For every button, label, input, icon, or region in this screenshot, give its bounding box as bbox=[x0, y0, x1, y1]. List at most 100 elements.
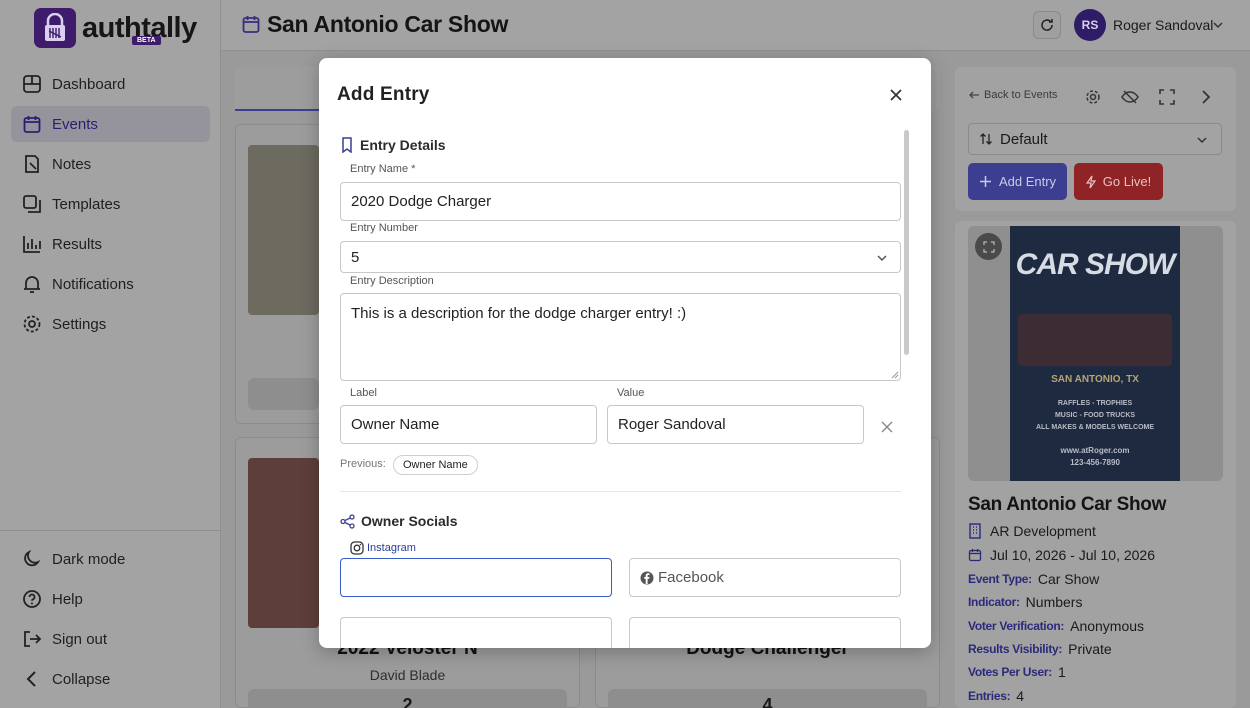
beta-badge: BETA bbox=[132, 36, 161, 45]
facebook-placeholder: Facebook bbox=[658, 569, 724, 586]
active-tab-indicator bbox=[235, 109, 319, 111]
entry-name-label: Entry Name * bbox=[350, 163, 416, 175]
resize-handle-icon[interactable] bbox=[891, 371, 899, 379]
sidebar-item-dashboard[interactable]: Dashboard bbox=[11, 66, 210, 102]
detail-event-type: Event Type: Car Show bbox=[968, 571, 1099, 587]
back-to-events-link[interactable]: Back to Events bbox=[968, 89, 1057, 101]
social-input[interactable] bbox=[629, 617, 901, 648]
share-icon bbox=[340, 513, 355, 529]
bookmark-icon bbox=[342, 137, 352, 153]
sidebar-item-sign-out[interactable]: Sign out bbox=[11, 621, 210, 657]
sidebar-item-label: Notes bbox=[52, 155, 92, 173]
sidebar-item-templates[interactable]: Templates bbox=[11, 186, 210, 222]
add-entry-button[interactable]: Add Entry bbox=[968, 163, 1067, 200]
refresh-button[interactable] bbox=[1033, 11, 1061, 39]
bell-icon bbox=[24, 276, 40, 293]
entry-owner: David Blade bbox=[369, 667, 446, 683]
poster-expand-button[interactable] bbox=[975, 233, 1002, 260]
custom-value-input[interactable]: Roger Sandoval bbox=[607, 405, 864, 444]
building-icon bbox=[969, 523, 981, 539]
modal-scrollbar[interactable] bbox=[904, 130, 909, 355]
poster-bullet: MUSIC - FOOD TRUCKS bbox=[1054, 412, 1136, 419]
logo[interactable]: authtally bbox=[34, 8, 197, 48]
avatar[interactable]: RS bbox=[1074, 9, 1106, 41]
entry-number-box bbox=[248, 378, 319, 410]
detail-key: Indicator: bbox=[968, 595, 1020, 609]
sidebar-item-settings[interactable]: Settings bbox=[11, 306, 210, 342]
page-title: San Antonio Car Show bbox=[267, 11, 509, 37]
previous-chip[interactable]: Owner Name bbox=[393, 455, 478, 475]
plus-icon bbox=[979, 176, 991, 187]
expand-icon bbox=[982, 240, 995, 253]
sidebar-item-label: Notifications bbox=[52, 275, 134, 293]
chevron-down-icon[interactable] bbox=[1211, 18, 1225, 32]
calendar-icon bbox=[23, 116, 41, 133]
entry-details-heading: Entry Details bbox=[340, 137, 446, 153]
section-title: Entry Details bbox=[360, 137, 446, 153]
event-name: San Antonio Car Show bbox=[968, 494, 1167, 515]
sidebar-item-label: Settings bbox=[52, 315, 107, 333]
sidebar-item-label: Dark mode bbox=[52, 550, 126, 568]
detail-value: Anonymous bbox=[1070, 618, 1145, 634]
sidebar-item-label: Results bbox=[52, 235, 103, 253]
remove-field-icon[interactable] bbox=[880, 420, 894, 434]
go-live-button[interactable]: Go Live! bbox=[1074, 163, 1163, 200]
chevron-left-icon bbox=[26, 671, 36, 687]
moon-icon bbox=[24, 549, 41, 567]
templates-icon bbox=[23, 195, 41, 213]
detail-value: 4 bbox=[1016, 688, 1025, 704]
sidebar-item-events[interactable]: Events bbox=[11, 106, 210, 142]
sidebar-item-label: Collapse bbox=[52, 670, 111, 688]
entry-photo bbox=[248, 458, 319, 628]
detail-value: Numbers bbox=[1025, 594, 1083, 610]
custom-label-input[interactable]: Owner Name bbox=[340, 405, 597, 444]
lightning-icon bbox=[1085, 175, 1096, 188]
label-field-label: Label bbox=[350, 387, 377, 399]
close-icon[interactable] bbox=[886, 85, 906, 105]
detail-key: Event Type: bbox=[968, 572, 1032, 586]
go-live-label: Go Live! bbox=[1102, 174, 1152, 189]
poster-title: CAR SHOW bbox=[1015, 248, 1176, 281]
sidebar-item-notes[interactable]: Notes bbox=[11, 146, 210, 182]
sidebar-item-notifications[interactable]: Notifications bbox=[11, 266, 210, 302]
sort-value: Default bbox=[1000, 130, 1048, 148]
instagram-label-text: Instagram bbox=[367, 542, 416, 554]
sidebar-item-label: Help bbox=[52, 590, 83, 608]
poster-bullet: ALL MAKES & MODELS WELCOME bbox=[1035, 424, 1155, 431]
add-entry-modal: Add Entry Entry Details Entry Name * 202… bbox=[319, 58, 931, 648]
detail-key: Voter Verification: bbox=[968, 619, 1065, 633]
entry-description-textarea[interactable]: This is a description for the dodge char… bbox=[340, 293, 901, 381]
instagram-input[interactable] bbox=[340, 558, 612, 597]
entry-number-value: 5 bbox=[351, 248, 360, 266]
eye-off-icon[interactable] bbox=[1121, 88, 1139, 106]
entry-number-box: 4 bbox=[608, 689, 927, 708]
sidebar-item-label: Templates bbox=[52, 195, 121, 213]
entry-description-label: Entry Description bbox=[350, 275, 434, 287]
sort-select[interactable]: Default bbox=[968, 123, 1222, 155]
entry-name-input[interactable]: 2020 Dodge Charger bbox=[340, 182, 901, 221]
sidebar-item-collapse[interactable]: Collapse bbox=[11, 661, 210, 697]
notes-icon bbox=[25, 155, 39, 173]
sidebar-item-label: Dashboard bbox=[52, 75, 126, 93]
chevron-right-icon[interactable] bbox=[1197, 88, 1215, 106]
dashboard-icon bbox=[23, 75, 41, 93]
expand-icon[interactable] bbox=[1158, 88, 1176, 106]
detail-indicator: Indicator: Numbers bbox=[968, 594, 1082, 610]
entry-number-box: 2 bbox=[248, 689, 567, 708]
detail-votes-per-user: Votes Per User: 1 bbox=[968, 664, 1066, 680]
detail-key: Votes Per User: bbox=[968, 665, 1052, 679]
sidebar-item-help[interactable]: Help bbox=[11, 581, 210, 617]
sign-out-icon bbox=[24, 631, 42, 647]
poster-cars bbox=[1018, 314, 1172, 366]
instagram-icon bbox=[350, 541, 364, 555]
settings-icon[interactable] bbox=[1084, 88, 1102, 106]
entry-number-select[interactable]: 5 bbox=[340, 241, 901, 273]
social-input[interactable] bbox=[340, 617, 612, 648]
facebook-input[interactable]: Facebook bbox=[629, 558, 901, 597]
detail-key: Results Visibility: bbox=[968, 642, 1063, 656]
sidebar-item-dark-mode[interactable]: Dark mode bbox=[11, 541, 210, 577]
user-name[interactable]: Roger Sandoval bbox=[1113, 17, 1213, 33]
sidebar-item-results[interactable]: Results bbox=[11, 226, 210, 262]
poster-location: SAN ANTONIO, TX bbox=[1051, 374, 1139, 385]
detail-key: Entries: bbox=[968, 689, 1011, 703]
